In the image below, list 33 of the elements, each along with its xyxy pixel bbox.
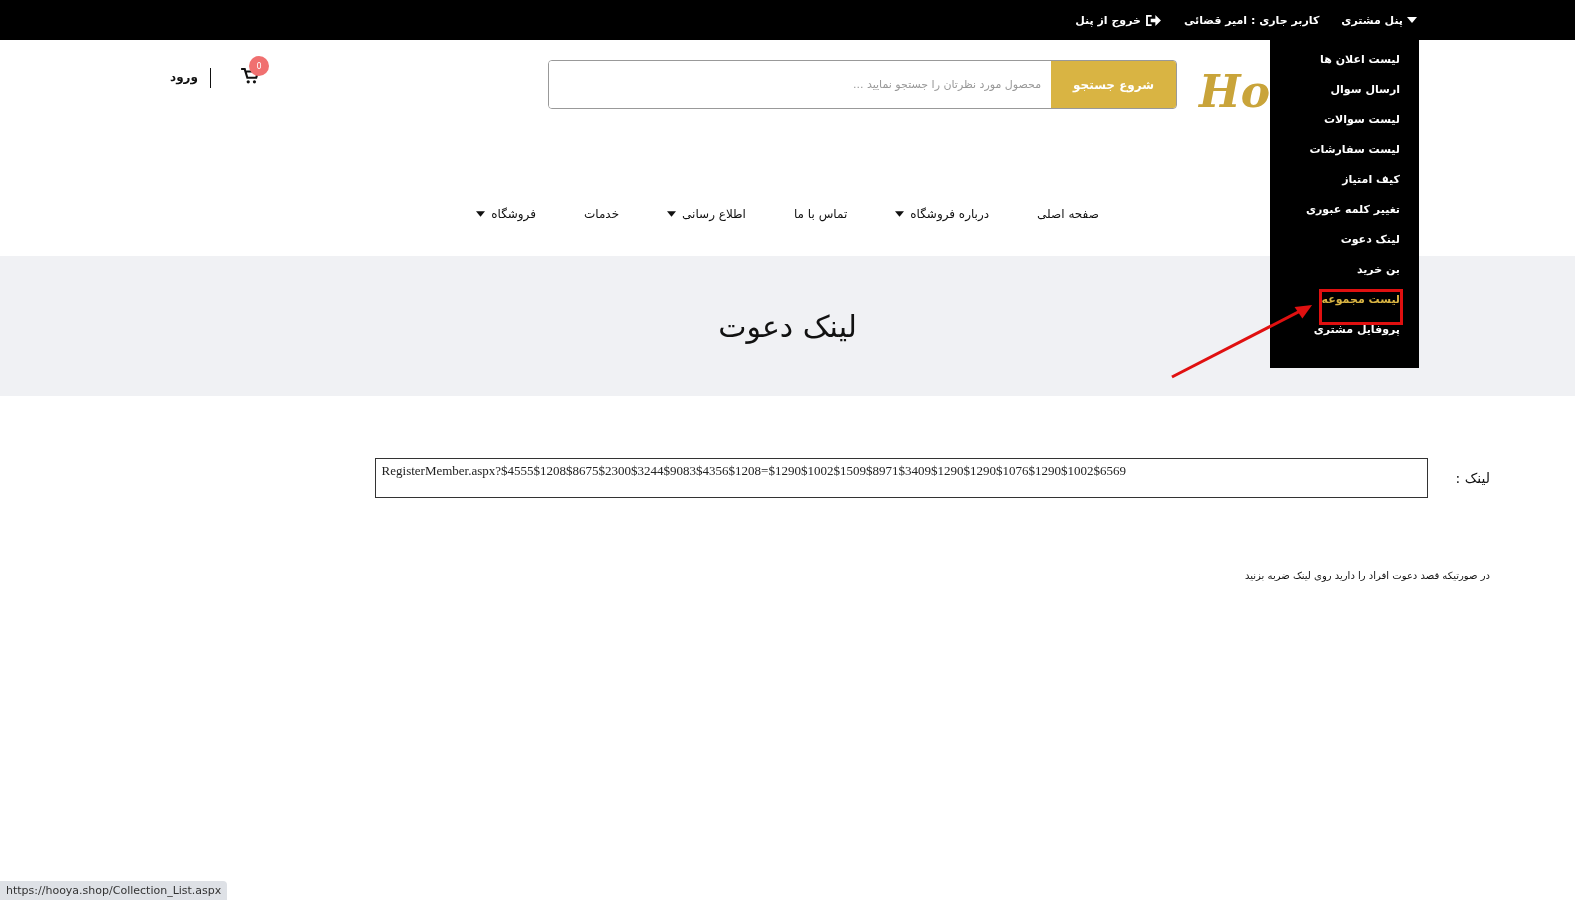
menu-item[interactable]: تغییر کلمه عبوری xyxy=(1305,202,1400,232)
menu-item[interactable]: لیست اعلان ها xyxy=(1320,52,1400,82)
menu-item[interactable]: لینک دعوت xyxy=(1340,232,1400,262)
nav-link[interactable]: فروشگاه xyxy=(476,207,536,221)
invite-hint-text: در صورتیکه قصد دعوت افراد را دارید روی لینک ضربه بزنید xyxy=(1244,570,1490,581)
menu-item[interactable]: لیست سوالات xyxy=(1323,112,1400,142)
caret-icon xyxy=(476,211,486,217)
menu-item[interactable]: پروفایل مشتری xyxy=(1313,322,1400,352)
nav-link[interactable]: تماس با ما xyxy=(793,207,848,221)
nav-link[interactable]: خدمات xyxy=(583,207,620,221)
nav-link[interactable]: درباره فروشگاه xyxy=(895,207,990,221)
menu-item[interactable]: لیست سفارشات xyxy=(1309,142,1400,172)
caret-icon xyxy=(895,211,905,217)
caret-icon xyxy=(1407,17,1417,23)
nav-link[interactable]: اطلاع رسانی xyxy=(667,207,746,221)
nav-link[interactable]: صفحه اصلی xyxy=(1037,207,1099,221)
cart-count-badge: 0 xyxy=(249,56,269,76)
cart-icon xyxy=(241,68,259,84)
menu-item[interactable]: لیست مجموعه xyxy=(1321,292,1400,322)
logout-icon xyxy=(1144,13,1162,27)
page-title: لینک دعوت xyxy=(718,308,857,344)
menu-item[interactable]: کیف امتیاز xyxy=(1342,172,1400,202)
login-link[interactable]: ورود xyxy=(170,70,198,84)
menu-item[interactable]: بن خرید xyxy=(1356,262,1400,292)
status-bar-url: https://hooya.shop/Collection_List.aspx xyxy=(0,881,228,900)
caret-icon xyxy=(667,211,677,217)
current-user: کاربر جاری : امیر قضائی xyxy=(1183,13,1320,27)
invite-link-field[interactable]: RegisterMember.aspx?$4555$1208$8675$2300$3244$9083$4356$1208=$1290$1002$1509$8971$3409$1290$1290$1076$1290$1002$6569 xyxy=(374,458,1428,498)
logout-link[interactable]: خروج از پنل xyxy=(1075,13,1162,27)
menu-item[interactable]: ارسال سوال xyxy=(1330,82,1400,112)
cart-button[interactable] xyxy=(241,68,259,84)
link-label: لینک : xyxy=(1455,470,1490,486)
customer-panel-menu[interactable]: پنل مشتری xyxy=(1341,13,1417,27)
